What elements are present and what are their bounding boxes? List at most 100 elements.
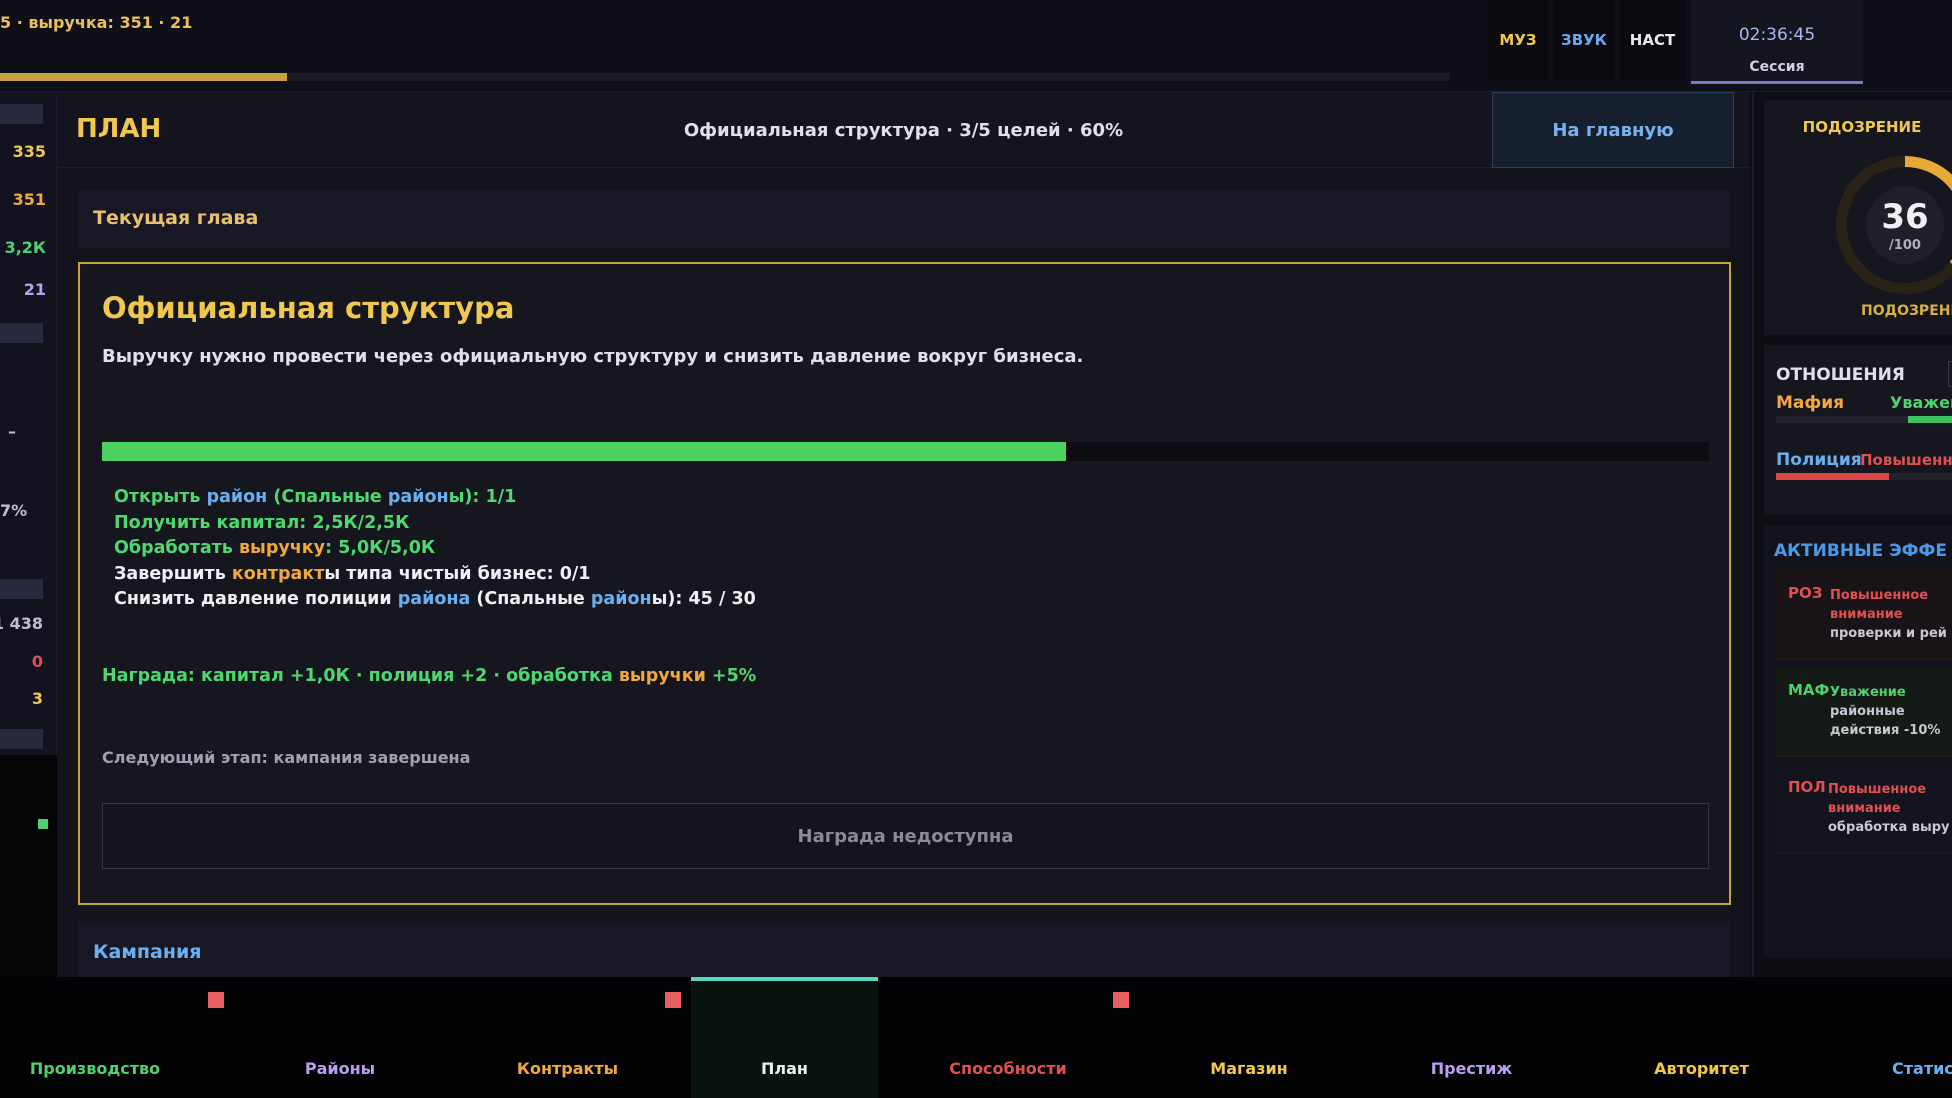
- goal-text: район: [387, 487, 449, 507]
- police-status: Повышенн: [1860, 451, 1952, 469]
- nav-tab-shop[interactable]: Магазин: [1150, 977, 1348, 1098]
- nav-tab-label: Магазин: [1210, 1059, 1288, 1078]
- chapter-card: Официальная структура Выручку нужно пров…: [78, 262, 1731, 905]
- active-effects-title: АКТИВНЫЕ ЭФФЕ: [1774, 541, 1948, 561]
- effect-code: РОЗ: [1788, 584, 1823, 602]
- session-timer: 02:36:45 Сессия: [1691, 0, 1863, 84]
- contracts-alert-badge: [665, 992, 681, 1008]
- effect-line: проверки и рей: [1830, 626, 1947, 641]
- goal-item: Открыть район (Спальные районы): 1/1: [114, 485, 756, 511]
- stat-value: 351: [12, 190, 46, 209]
- effect-card: ПОЛ Повышенное внимание обработка выру: [1776, 764, 1952, 854]
- stat-group-bar: [0, 104, 43, 124]
- stat-group-bar: [0, 729, 43, 749]
- goal-text: выручку: [238, 538, 326, 558]
- police-relation-fill: [1776, 473, 1889, 480]
- goal-list: Открыть район (Спальные районы): 1/1 Полу…: [114, 485, 756, 613]
- stat-value: 335: [12, 142, 46, 161]
- suspicion-label: ПОДОЗРЕНИ: [1861, 303, 1952, 319]
- music-toggle-button[interactable]: МУЗ: [1488, 0, 1548, 80]
- current-chapter-header[interactable]: Текущая глава: [78, 190, 1730, 248]
- nav-tab-authority[interactable]: Авторитет: [1603, 977, 1800, 1098]
- goal-text: ы): 1/1: [448, 487, 517, 507]
- stat-value: 3,2К: [4, 238, 46, 257]
- effect-line: внимание: [1830, 607, 1903, 622]
- effect-line: действия -10%: [1830, 723, 1941, 738]
- reward-text: выручки: [618, 666, 706, 686]
- reward-text: +5%: [705, 666, 757, 686]
- suspicion-gauge: 36 /100: [1836, 156, 1952, 294]
- claim-reward-button[interactable]: Награда недоступна: [102, 803, 1709, 869]
- active-effects-panel: АКТИВНЫЕ ЭФФЕ РОЗ Повышенное внимание пр…: [1764, 525, 1952, 958]
- relations-title: ОТНОШЕНИЯ: [1776, 365, 1905, 385]
- effect-card: МАФ Уважение районные действия -10%: [1776, 667, 1952, 757]
- goal-item: Получить капитал: 2,5К/2,5К: [114, 511, 756, 537]
- stat-group-bar: [0, 323, 43, 343]
- top-bar: 5 · выручка: 351 · 21 МУЗ ЗВУК НАСТ 02:3…: [0, 0, 1952, 92]
- effect-code: ПОЛ: [1788, 778, 1826, 796]
- mafia-name: Мафия: [1776, 393, 1845, 413]
- police-relation-bar: [1776, 473, 1952, 480]
- nav-tab-label: Престиж: [1430, 1059, 1513, 1078]
- suspicion-panel: ПОДОЗРЕНИЕ 36 /100 ПОДОЗРЕНИ: [1764, 100, 1952, 335]
- next-stage-text: Следующий этап: кампания завершена: [102, 748, 471, 767]
- stat-value: 0: [31, 652, 43, 671]
- settings-button[interactable]: НАСТ: [1620, 0, 1685, 80]
- home-button[interactable]: На главную: [1492, 92, 1734, 168]
- goal-text: ы типа чистый бизнес: 0/1: [324, 563, 591, 584]
- session-label: Сессия: [1749, 59, 1805, 75]
- reward-text: Награда: капитал +1,0К · полиция +2 · об…: [102, 666, 619, 686]
- effect-line: Уважение: [1830, 685, 1906, 700]
- suspicion-max: /100: [1889, 238, 1921, 253]
- nav-tab-label: План: [761, 1059, 808, 1078]
- effect-code: МАФ: [1788, 681, 1830, 699]
- nav-tab-label: Способности: [949, 1059, 1067, 1078]
- stat-value: –: [8, 422, 16, 441]
- goal-text: (Спальные: [470, 589, 591, 609]
- bottom-navigation: Производство Районы Контракты План Спосо…: [0, 977, 1952, 1098]
- nav-tab-abilities[interactable]: Способности: [908, 977, 1108, 1098]
- nav-tab-prestige[interactable]: Престиж: [1380, 977, 1563, 1098]
- stat-value: 1 438: [0, 614, 43, 633]
- goal-item: Снизить давление полиции района (Спальны…: [114, 587, 756, 613]
- goal-item: Завершить контракты типа чистый бизнес: …: [114, 562, 756, 588]
- abilities-alert-badge: [1113, 992, 1129, 1008]
- campaign-header[interactable]: Кампания: [78, 923, 1730, 977]
- goal-text: района: [397, 589, 471, 609]
- goal-text: контракт: [231, 563, 325, 584]
- chapter-progress-bar: [102, 442, 1709, 461]
- goal-text: район: [206, 487, 268, 507]
- nav-tab-districts[interactable]: Районы: [240, 977, 440, 1098]
- nav-tab-statistics[interactable]: Статис: [1870, 977, 1952, 1098]
- suspicion-title: ПОДОЗРЕНИЕ: [1802, 118, 1922, 136]
- nav-tab-label: Производство: [29, 1059, 161, 1078]
- nav-tab-contracts[interactable]: Контракты: [470, 977, 665, 1098]
- status-indicator: [38, 819, 48, 829]
- stat-value: 7%: [0, 501, 28, 520]
- left-stats-strip: 335 351 3,2К 21 – 7% 1 438 0 3: [0, 92, 57, 977]
- session-time: 02:36:45: [1738, 25, 1816, 45]
- chapter-progress-fill: [102, 442, 1067, 461]
- stat-group-bar: [0, 579, 43, 599]
- effect-line: Повышенное: [1830, 588, 1929, 603]
- nav-tab-production[interactable]: Производство: [0, 977, 190, 1098]
- districts-alert-badge: [208, 992, 224, 1008]
- goal-text: Получить капитал: 2,5К/2,5К: [114, 512, 410, 533]
- nav-tab-label: Контракты: [516, 1059, 619, 1078]
- goal-text: Снизить давление полиции: [114, 589, 398, 609]
- goal-item: Обработать выручку: 5,0К/5,0К: [114, 536, 756, 562]
- top-progress-fill: [0, 73, 288, 81]
- nav-tab-label: Районы: [304, 1059, 376, 1078]
- page-header: ПЛАН Официальная структура · 3/5 целей ·…: [57, 92, 1750, 168]
- sound-toggle-button[interactable]: ЗВУК: [1553, 0, 1615, 80]
- goal-text: район: [590, 589, 652, 609]
- relations-toggle[interactable]: [1948, 361, 1952, 387]
- nav-tab-plan[interactable]: План: [691, 977, 878, 1098]
- nav-tab-label: Статис: [1892, 1059, 1952, 1078]
- resource-summary: 5 · выручка: 351 · 21: [0, 13, 193, 32]
- suspicion-value: 36: [1881, 197, 1929, 237]
- stat-value: 21: [23, 280, 46, 299]
- top-progress-bar: [0, 73, 1450, 81]
- effect-line: районные: [1830, 704, 1905, 719]
- effect-line: внимание: [1828, 801, 1901, 816]
